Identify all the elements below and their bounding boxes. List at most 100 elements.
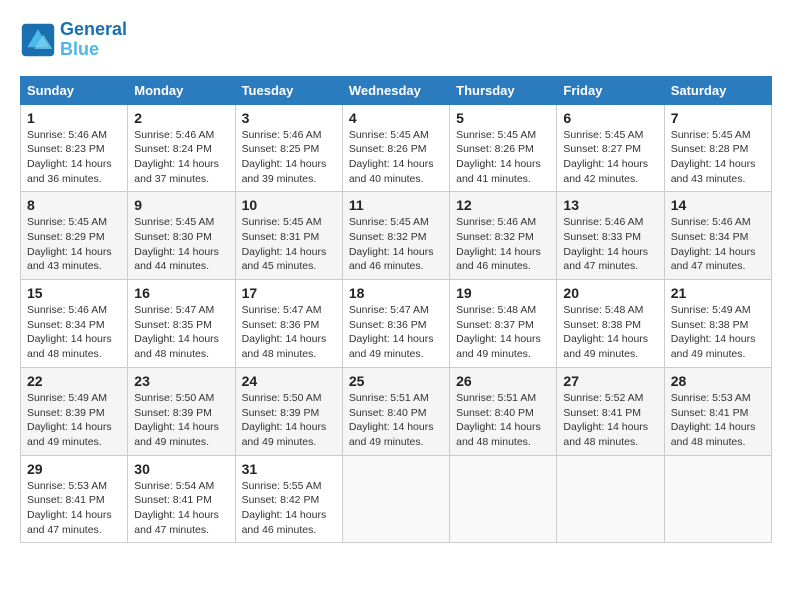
calendar-cell: 14Sunrise: 5:46 AMSunset: 8:34 PMDayligh… (664, 192, 771, 280)
header-day: Monday (128, 76, 235, 104)
day-number: 18 (349, 285, 443, 301)
header-day: Thursday (450, 76, 557, 104)
day-number: 7 (671, 110, 765, 126)
calendar-cell (557, 455, 664, 543)
day-number: 1 (27, 110, 121, 126)
day-number: 15 (27, 285, 121, 301)
cell-info: Sunrise: 5:47 AMSunset: 8:36 PMDaylight:… (349, 303, 443, 362)
calendar-cell: 18 Sunrise: 5:47 AMSunset: 8:36 PMDayligh… (342, 280, 449, 368)
calendar-cell: 8Sunrise: 5:45 AMSunset: 8:29 PMDaylight… (21, 192, 128, 280)
cell-info: Sunrise: 5:45 AMSunset: 8:32 PMDaylight:… (349, 215, 443, 274)
header-day: Saturday (664, 76, 771, 104)
cell-info: Sunrise: 5:46 AMSunset: 8:24 PMDaylight:… (134, 128, 228, 187)
day-number: 4 (349, 110, 443, 126)
day-number: 28 (671, 373, 765, 389)
calendar-cell: 27 Sunrise: 5:52 AMSunset: 8:41 PMDayligh… (557, 367, 664, 455)
cell-info: Sunrise: 5:45 AMSunset: 8:28 PMDaylight:… (671, 128, 765, 187)
header-day: Wednesday (342, 76, 449, 104)
calendar-cell: 23Sunrise: 5:50 AMSunset: 8:39 PMDayligh… (128, 367, 235, 455)
cell-info: Sunrise: 5:55 AMSunset: 8:42 PMDaylight:… (242, 479, 336, 538)
calendar-cell: 30 Sunrise: 5:54 AMSunset: 8:41 PMDayligh… (128, 455, 235, 543)
calendar-table: SundayMondayTuesdayWednesdayThursdayFrid… (20, 76, 772, 544)
day-number: 27 (563, 373, 657, 389)
cell-info: Sunrise: 5:49 AMSunset: 8:39 PMDaylight:… (27, 391, 121, 450)
day-number: 21 (671, 285, 765, 301)
cell-info: Sunrise: 5:54 AMSunset: 8:41 PMDaylight:… (134, 479, 228, 538)
day-number: 2 (134, 110, 228, 126)
cell-info: Sunrise: 5:52 AMSunset: 8:41 PMDaylight:… (563, 391, 657, 450)
calendar-cell: 22 Sunrise: 5:49 AMSunset: 8:39 PMDayligh… (21, 367, 128, 455)
day-number: 3 (242, 110, 336, 126)
cell-info: Sunrise: 5:48 AMSunset: 8:38 PMDaylight:… (563, 303, 657, 362)
logo-icon (20, 22, 56, 58)
calendar-cell: 11 Sunrise: 5:45 AMSunset: 8:32 PMDayligh… (342, 192, 449, 280)
calendar-cell: 24Sunrise: 5:50 AMSunset: 8:39 PMDayligh… (235, 367, 342, 455)
calendar-week: 29 Sunrise: 5:53 AMSunset: 8:41 PMDayligh… (21, 455, 772, 543)
header-day: Tuesday (235, 76, 342, 104)
page-header: General Blue (20, 20, 772, 60)
day-number: 31 (242, 461, 336, 477)
calendar-cell: 29 Sunrise: 5:53 AMSunset: 8:41 PMDayligh… (21, 455, 128, 543)
day-number: 25 (349, 373, 443, 389)
calendar-cell: 15 Sunrise: 5:46 AMSunset: 8:34 PMDayligh… (21, 280, 128, 368)
cell-info: Sunrise: 5:46 AMSunset: 8:33 PMDaylight:… (563, 215, 657, 274)
calendar-cell: 19Sunrise: 5:48 AMSunset: 8:37 PMDayligh… (450, 280, 557, 368)
day-number: 29 (27, 461, 121, 477)
day-number: 20 (563, 285, 657, 301)
cell-info: Sunrise: 5:45 AMSunset: 8:26 PMDaylight:… (349, 128, 443, 187)
day-number: 17 (242, 285, 336, 301)
calendar-cell: 6Sunrise: 5:45 AMSunset: 8:27 PMDaylight… (557, 104, 664, 192)
calendar-cell: 12Sunrise: 5:46 AMSunset: 8:32 PMDayligh… (450, 192, 557, 280)
cell-info: Sunrise: 5:51 AMSunset: 8:40 PMDaylight:… (456, 391, 550, 450)
cell-info: Sunrise: 5:45 AMSunset: 8:30 PMDaylight:… (134, 215, 228, 274)
calendar-cell: 3 Sunrise: 5:46 AMSunset: 8:25 PMDaylight… (235, 104, 342, 192)
calendar-week: 15 Sunrise: 5:46 AMSunset: 8:34 PMDayligh… (21, 280, 772, 368)
day-number: 23 (134, 373, 228, 389)
calendar-cell: 28 Sunrise: 5:53 AMSunset: 8:41 PMDayligh… (664, 367, 771, 455)
cell-info: Sunrise: 5:53 AMSunset: 8:41 PMDaylight:… (671, 391, 765, 450)
calendar-week: 1Sunrise: 5:46 AMSunset: 8:23 PMDaylight… (21, 104, 772, 192)
calendar-cell (342, 455, 449, 543)
cell-info: Sunrise: 5:47 AMSunset: 8:35 PMDaylight:… (134, 303, 228, 362)
calendar-cell: 7 Sunrise: 5:45 AMSunset: 8:28 PMDaylight… (664, 104, 771, 192)
logo: General Blue (20, 20, 127, 60)
cell-info: Sunrise: 5:46 AMSunset: 8:32 PMDaylight:… (456, 215, 550, 274)
calendar-cell (450, 455, 557, 543)
calendar-cell: 1Sunrise: 5:46 AMSunset: 8:23 PMDaylight… (21, 104, 128, 192)
cell-info: Sunrise: 5:47 AMSunset: 8:36 PMDaylight:… (242, 303, 336, 362)
cell-info: Sunrise: 5:45 AMSunset: 8:26 PMDaylight:… (456, 128, 550, 187)
day-number: 22 (27, 373, 121, 389)
cell-info: Sunrise: 5:53 AMSunset: 8:41 PMDaylight:… (27, 479, 121, 538)
cell-info: Sunrise: 5:46 AMSunset: 8:25 PMDaylight:… (242, 128, 336, 187)
cell-info: Sunrise: 5:45 AMSunset: 8:29 PMDaylight:… (27, 215, 121, 274)
day-number: 10 (242, 197, 336, 213)
calendar-cell: 31 Sunrise: 5:55 AMSunset: 8:42 PMDayligh… (235, 455, 342, 543)
header-day: Friday (557, 76, 664, 104)
cell-info: Sunrise: 5:50 AMSunset: 8:39 PMDaylight:… (242, 391, 336, 450)
calendar-cell: 17 Sunrise: 5:47 AMSunset: 8:36 PMDayligh… (235, 280, 342, 368)
calendar-cell: 25Sunrise: 5:51 AMSunset: 8:40 PMDayligh… (342, 367, 449, 455)
calendar-header: SundayMondayTuesdayWednesdayThursdayFrid… (21, 76, 772, 104)
calendar-week: 22 Sunrise: 5:49 AMSunset: 8:39 PMDayligh… (21, 367, 772, 455)
cell-info: Sunrise: 5:45 AMSunset: 8:31 PMDaylight:… (242, 215, 336, 274)
calendar-cell: 26 Sunrise: 5:51 AMSunset: 8:40 PMDayligh… (450, 367, 557, 455)
day-number: 5 (456, 110, 550, 126)
day-number: 6 (563, 110, 657, 126)
calendar-cell: 2 Sunrise: 5:46 AMSunset: 8:24 PMDaylight… (128, 104, 235, 192)
day-number: 26 (456, 373, 550, 389)
day-number: 9 (134, 197, 228, 213)
day-number: 19 (456, 285, 550, 301)
calendar-cell: 4 Sunrise: 5:45 AMSunset: 8:26 PMDaylight… (342, 104, 449, 192)
logo-text: General Blue (60, 20, 127, 60)
calendar-cell: 16 Sunrise: 5:47 AMSunset: 8:35 PMDayligh… (128, 280, 235, 368)
day-number: 30 (134, 461, 228, 477)
calendar-week: 8Sunrise: 5:45 AMSunset: 8:29 PMDaylight… (21, 192, 772, 280)
day-number: 16 (134, 285, 228, 301)
calendar-cell (664, 455, 771, 543)
day-number: 14 (671, 197, 765, 213)
calendar-cell: 10 Sunrise: 5:45 AMSunset: 8:31 PMDayligh… (235, 192, 342, 280)
day-number: 11 (349, 197, 443, 213)
cell-info: Sunrise: 5:46 AMSunset: 8:34 PMDaylight:… (27, 303, 121, 362)
header-day: Sunday (21, 76, 128, 104)
header-row: SundayMondayTuesdayWednesdayThursdayFrid… (21, 76, 772, 104)
